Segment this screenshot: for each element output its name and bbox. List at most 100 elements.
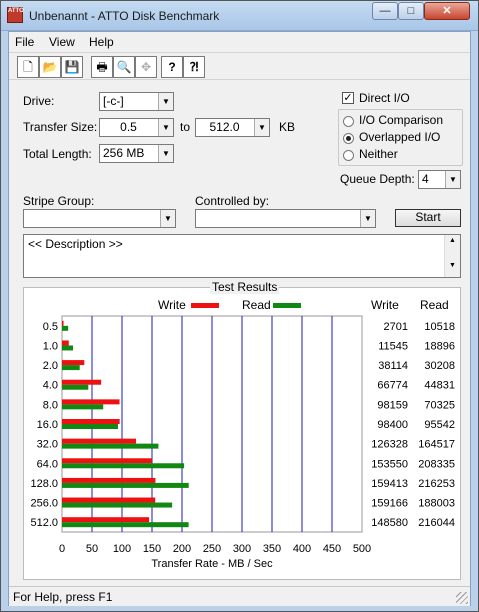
write-bar xyxy=(62,497,156,503)
io-comparison-label[interactable]: I/O Comparison xyxy=(359,113,443,127)
save-icon[interactable]: 💾 xyxy=(61,56,83,78)
read-value: 18896 xyxy=(424,340,455,352)
read-bar xyxy=(62,424,118,429)
chevron-down-icon[interactable]: ▼ xyxy=(158,93,173,110)
kb-label: KB xyxy=(279,120,296,134)
x-tick-label: 450 xyxy=(323,543,341,555)
write-bar xyxy=(62,517,150,523)
chevron-down-icon[interactable]: ▼ xyxy=(158,145,173,162)
direct-io-label[interactable]: Direct I/O xyxy=(359,91,410,105)
queue-depth-select[interactable]: 4 ▼ xyxy=(418,170,461,189)
transfer-size-to-select[interactable]: 512.0 ▼ xyxy=(195,118,270,137)
queue-depth-value: 4 xyxy=(422,172,429,186)
x-tick-label: 400 xyxy=(293,543,311,555)
y-tick-label: 2.0 xyxy=(43,360,58,372)
write-value: 98400 xyxy=(377,419,408,431)
print-preview-icon[interactable]: 🔍 xyxy=(113,56,135,78)
resize-grip[interactable] xyxy=(456,592,468,604)
x-tick-label: 350 xyxy=(263,543,281,555)
y-tick-label: 16.0 xyxy=(37,419,58,431)
stripe-group-select[interactable]: ▼ xyxy=(23,209,176,228)
chevron-down-icon[interactable]: ▼ xyxy=(360,210,375,227)
chevron-down-icon[interactable]: ▼ xyxy=(160,210,175,227)
x-axis-label: Transfer Rate - MB / Sec xyxy=(151,558,273,570)
total-length-label: Total Length: xyxy=(23,147,92,161)
write-bar xyxy=(62,438,137,444)
total-length-select[interactable]: 256 MB ▼ xyxy=(99,144,174,163)
write-bar xyxy=(62,320,64,326)
direct-io-checkbox[interactable]: ✓ xyxy=(342,92,354,104)
x-tick-label: 100 xyxy=(113,543,131,555)
chevron-down-icon[interactable]: ▼ xyxy=(445,171,460,188)
read-value: 30208 xyxy=(424,360,455,372)
menu-view[interactable]: View xyxy=(49,35,75,49)
read-value: 95542 xyxy=(424,419,455,431)
x-tick-label: 0 xyxy=(59,543,65,555)
description-text: << Description >> xyxy=(28,237,123,251)
description-box[interactable]: << Description >> ▲ ▼ xyxy=(23,234,461,278)
drive-value: [-c-] xyxy=(103,94,124,108)
write-value: 11545 xyxy=(378,340,408,352)
transfer-size-from-select[interactable]: 0.5 ▼ xyxy=(99,118,174,137)
overlapped-io-label[interactable]: Overlapped I/O xyxy=(359,130,440,144)
new-icon[interactable]: 🗋 xyxy=(17,56,39,78)
move-icon[interactable]: ✥ xyxy=(135,56,157,78)
x-tick-label: 200 xyxy=(173,543,191,555)
write-bar xyxy=(62,340,69,346)
open-icon[interactable]: 📂 xyxy=(39,56,61,78)
read-bar xyxy=(62,522,189,528)
read-value: 10518 xyxy=(424,321,455,333)
status-text: For Help, press F1 xyxy=(13,590,113,604)
neither-label[interactable]: Neither xyxy=(359,147,398,161)
x-tick-label: 50 xyxy=(86,543,98,555)
status-bar: For Help, press F1 xyxy=(9,586,470,606)
write-value: 126328 xyxy=(371,439,408,451)
queue-depth-label: Queue Depth: xyxy=(340,172,415,186)
controlled-by-select[interactable]: ▼ xyxy=(195,209,376,228)
menu-help[interactable]: Help xyxy=(89,35,114,49)
read-value: 216044 xyxy=(418,517,455,529)
controlled-by-label: Controlled by: xyxy=(195,194,270,208)
close-button[interactable]: ✕ xyxy=(424,2,470,20)
context-help-icon[interactable]: ⁈ xyxy=(183,56,205,78)
neither-radio[interactable] xyxy=(343,150,354,161)
description-scrollbar[interactable]: ▲ ▼ xyxy=(444,235,460,277)
read-value: 70325 xyxy=(424,399,455,411)
write-bar xyxy=(62,458,152,464)
chevron-down-icon[interactable]: ▼ xyxy=(254,119,269,136)
x-tick-label: 250 xyxy=(203,543,221,555)
drive-label: Drive: xyxy=(23,94,55,108)
minimize-button[interactable]: — xyxy=(372,2,398,20)
atto-app-icon[interactable]: ATTO xyxy=(7,7,24,23)
read-bar xyxy=(62,502,173,508)
write-bar xyxy=(62,399,120,405)
overlapped-io-radio[interactable] xyxy=(343,133,354,144)
y-tick-label: 32.0 xyxy=(37,439,58,451)
title-bar[interactable]: ATTO Unbenannt - ATTO Disk Benchmark — □… xyxy=(1,1,478,31)
y-tick-label: 1.0 xyxy=(43,340,58,352)
y-tick-label: 128.0 xyxy=(30,478,58,490)
drive-select[interactable]: [-c-] ▼ xyxy=(99,92,174,111)
y-tick-label: 512.0 xyxy=(30,517,58,529)
maximize-button[interactable]: □ xyxy=(398,2,424,20)
write-value: 153550 xyxy=(371,458,408,470)
start-button[interactable]: Start xyxy=(395,209,461,227)
transfer-size-to-value: 512.0 xyxy=(209,120,240,134)
y-tick-label: 8.0 xyxy=(43,399,58,411)
read-value: 44831 xyxy=(424,380,455,392)
menu-file[interactable]: File xyxy=(15,35,34,49)
io-comparison-radio[interactable] xyxy=(343,116,354,127)
app-window: ATTO Unbenannt - ATTO Disk Benchmark — □… xyxy=(0,0,479,612)
client-area: File View Help 🗋 📂 💾 🖶 🔍 ✥ ? ⁈ Drive: [-… xyxy=(8,31,471,606)
toolbar: 🗋 📂 💾 🖶 🔍 ✥ ? ⁈ xyxy=(9,52,470,80)
chevron-down-icon[interactable]: ▼ xyxy=(158,119,173,136)
write-bar xyxy=(62,477,156,483)
write-bar xyxy=(62,379,102,385)
write-value: 2701 xyxy=(384,321,408,333)
print-icon[interactable]: 🖶 xyxy=(91,56,113,78)
y-tick-label: 0.5 xyxy=(43,321,58,333)
y-tick-label: 4.0 xyxy=(43,380,58,392)
to-label: to xyxy=(180,120,191,134)
write-value: 159413 xyxy=(371,478,408,490)
help-icon[interactable]: ? xyxy=(161,56,183,78)
